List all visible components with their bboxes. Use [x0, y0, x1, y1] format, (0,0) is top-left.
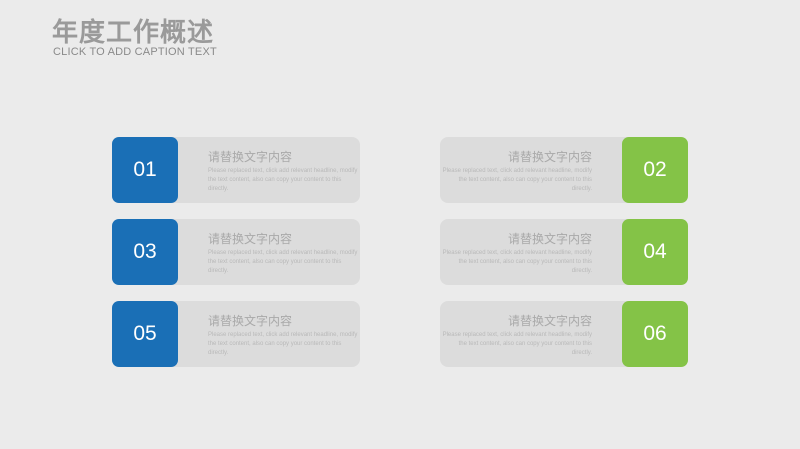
- card-text: 请替换文字内容 Please replaced text, click add …: [208, 150, 358, 194]
- overview-card-03: 03 请替换文字内容 Please replaced text, click a…: [112, 219, 360, 285]
- page-title: 年度工作概述: [52, 18, 215, 48]
- card-number-badge: 05: [112, 301, 178, 367]
- card-text: 请替换文字内容 Please replaced text, click add …: [208, 314, 358, 358]
- card-text: 请替换文字内容 Please replaced text, click add …: [442, 232, 592, 276]
- card-number-badge: 02: [622, 137, 688, 203]
- overview-card-02: 02 请替换文字内容 Please replaced text, click a…: [440, 137, 688, 203]
- card-heading: 请替换文字内容: [507, 314, 592, 328]
- overview-card-05: 05 请替换文字内容 Please replaced text, click a…: [112, 301, 360, 367]
- card-description: Please replaced text, click add relevant…: [208, 250, 358, 274]
- overview-card-04: 04 请替换文字内容 Please replaced text, click a…: [440, 219, 688, 285]
- card-heading: 请替换文字内容: [507, 150, 592, 164]
- card-heading: 请替换文字内容: [208, 150, 293, 164]
- card-text: 请替换文字内容 Please replaced text, click add …: [442, 150, 592, 194]
- card-heading: 请替换文字内容: [208, 232, 293, 246]
- page-subtitle: CLICK TO ADD CAPTION TEXT: [53, 46, 217, 58]
- card-number-badge: 03: [112, 219, 178, 285]
- card-description: Please replaced text, click add relevant…: [208, 332, 358, 356]
- overview-card-06: 06 请替换文字内容 Please replaced text, click a…: [440, 301, 688, 367]
- card-text: 请替换文字内容 Please replaced text, click add …: [208, 232, 358, 276]
- card-heading: 请替换文字内容: [208, 314, 293, 328]
- card-heading: 请替换文字内容: [507, 232, 592, 246]
- card-text: 请替换文字内容 Please replaced text, click add …: [442, 314, 592, 358]
- card-number-badge: 01: [112, 137, 178, 203]
- card-description: Please replaced text, click add relevant…: [442, 168, 592, 192]
- card-description: Please replaced text, click add relevant…: [208, 168, 358, 192]
- card-number-badge: 06: [622, 301, 688, 367]
- card-description: Please replaced text, click add relevant…: [442, 250, 592, 274]
- overview-card-01: 01 请替换文字内容 Please replaced text, click a…: [112, 137, 360, 203]
- card-description: Please replaced text, click add relevant…: [442, 332, 592, 356]
- card-number-badge: 04: [622, 219, 688, 285]
